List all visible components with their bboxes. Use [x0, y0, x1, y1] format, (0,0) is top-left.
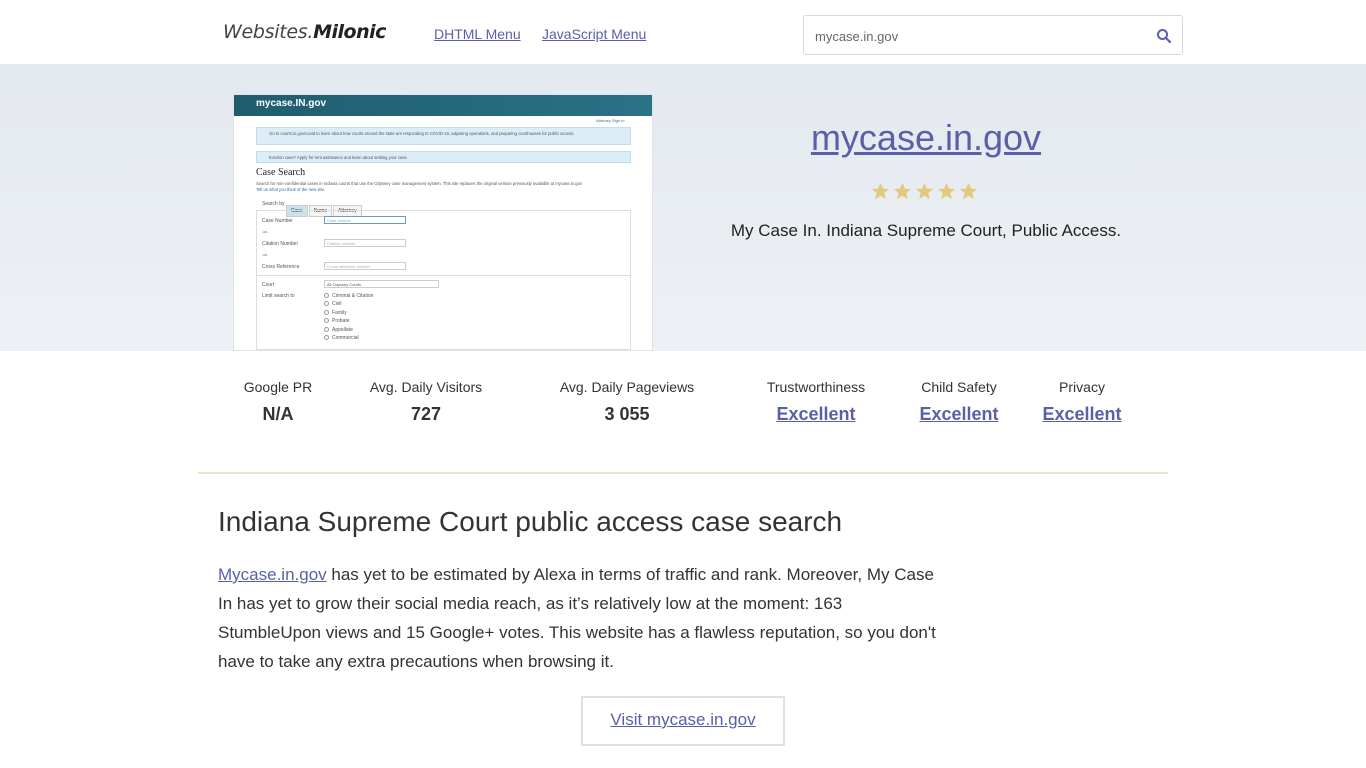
- stat-daily-visitors: Avg. Daily Visitors 727: [356, 379, 496, 425]
- screenshot-radio: [324, 293, 329, 298]
- stat-label: Trustworthiness: [766, 379, 866, 395]
- screenshot-notice-text: Eviction case? Apply for rent assistance…: [269, 155, 407, 160]
- star-icon: [959, 182, 978, 200]
- screenshot-header: mycase.IN.gov: [234, 95, 652, 116]
- screenshot-or-label: -or-: [262, 229, 269, 234]
- article-paragraph: Mycase.in.gov has yet to be estimated by…: [218, 561, 938, 677]
- site-logo[interactable]: Websites.Milonic: [223, 21, 386, 44]
- stat-value: 727: [410, 404, 442, 424]
- screenshot-feedback-link: Tell us what you think of the new site.: [256, 187, 326, 192]
- nav-link-javascript-menu[interactable]: JavaScript Menu: [542, 26, 646, 42]
- hero-section: [0, 64, 1366, 351]
- screenshot-radio: [324, 310, 329, 315]
- screenshot-limit-option: Civil: [332, 301, 342, 307]
- site-title-link[interactable]: mycase.in.gov: [726, 117, 1126, 159]
- screenshot-notice-text: Go to courts.in.gov/covid to learn about…: [269, 131, 575, 136]
- website-screenshot[interactable]: mycase.IN.gov Attorney Sign In Go to cou…: [233, 94, 653, 351]
- screenshot-field-label: Citation Number: [262, 241, 299, 247]
- search-box: [803, 15, 1183, 55]
- stat-label: Google PR: [243, 379, 313, 395]
- screenshot-court-select: All Odyssey Courts: [324, 280, 439, 288]
- screenshot-radio: [324, 335, 329, 340]
- stat-label: Privacy: [1059, 379, 1105, 395]
- site-description: My Case In. Indiana Supreme Court, Publi…: [730, 221, 1122, 240]
- screenshot-notice-eviction: Eviction case? Apply for rent assistance…: [256, 151, 631, 163]
- screenshot-title: Case Search: [256, 167, 306, 178]
- screenshot-court-label: Court: [262, 282, 275, 288]
- stat-child-safety: Child Safety Excellent: [909, 379, 1009, 425]
- screenshot-limit-option: Criminal & Citation: [332, 293, 374, 299]
- stat-label: Avg. Daily Pageviews: [559, 379, 695, 395]
- top-bar: Websites.Milonic DHTML Menu JavaScript M…: [0, 0, 1366, 64]
- screenshot-limit-option: Probate: [332, 318, 350, 324]
- logo-bold-text: Milonic: [313, 21, 386, 43]
- screenshot-field-label: Cross Reference: [262, 264, 300, 270]
- stat-privacy: Privacy Excellent: [1032, 379, 1132, 425]
- stat-label: Child Safety: [921, 379, 997, 395]
- article-site-link[interactable]: Mycase.in.gov: [218, 565, 327, 584]
- article-heading: Indiana Supreme Court public access case…: [218, 506, 843, 537]
- screenshot-or-label: -or-: [262, 252, 269, 257]
- screenshot-limit-option: Appellate: [332, 327, 353, 333]
- screenshot-field: Case number: [324, 216, 406, 224]
- stat-value: N/A: [262, 404, 294, 424]
- section-divider: [198, 472, 1168, 474]
- stat-daily-pageviews: Avg. Daily Pageviews 3 055: [547, 379, 707, 425]
- rating-stars: [871, 182, 981, 204]
- stat-trustworthiness: Trustworthiness Excellent: [756, 379, 876, 425]
- screenshot-field: Cross reference number: [324, 262, 406, 270]
- screenshot-radio: [324, 327, 329, 332]
- screenshot-notice-covid: Go to courts.in.gov/covid to learn about…: [256, 127, 631, 145]
- stat-value-link[interactable]: Excellent: [909, 404, 1009, 425]
- visit-site-button[interactable]: Visit mycase.in.gov: [581, 696, 785, 746]
- screenshot-field: Citation number: [324, 239, 406, 247]
- screenshot-radio: [324, 318, 329, 323]
- screenshot-attorney-link: Attorney Sign In: [596, 118, 625, 123]
- screenshot-radio: [324, 301, 329, 306]
- star-icon: [893, 182, 912, 200]
- stat-value: 3 055: [604, 404, 650, 424]
- screenshot-limit-option: Family: [332, 310, 347, 316]
- screenshot-limit-label: Limit search to: [262, 293, 295, 299]
- screenshot-field-label: Case Number: [262, 218, 293, 224]
- logo-thin-text: Websites.: [223, 21, 314, 43]
- star-icon: [871, 182, 890, 200]
- star-icon: [937, 182, 956, 200]
- star-icon: [915, 182, 934, 200]
- search-input[interactable]: [815, 26, 1135, 46]
- search-icon[interactable]: [1156, 28, 1172, 44]
- screenshot-search-by: Search by: [262, 201, 285, 207]
- stat-value-link[interactable]: Excellent: [756, 404, 876, 425]
- screenshot-limit-option: Commercial: [332, 335, 359, 341]
- screenshot-intro: Search for non-confidential cases in Ind…: [256, 181, 583, 186]
- stat-value-link[interactable]: Excellent: [1032, 404, 1132, 425]
- screenshot-form-panel: Case Number Case number -or- Citation Nu…: [256, 210, 631, 350]
- stat-label: Avg. Daily Visitors: [369, 379, 483, 395]
- nav-link-dhtml-menu[interactable]: DHTML Menu: [434, 26, 521, 42]
- stat-google-pr: Google PR N/A: [228, 379, 328, 425]
